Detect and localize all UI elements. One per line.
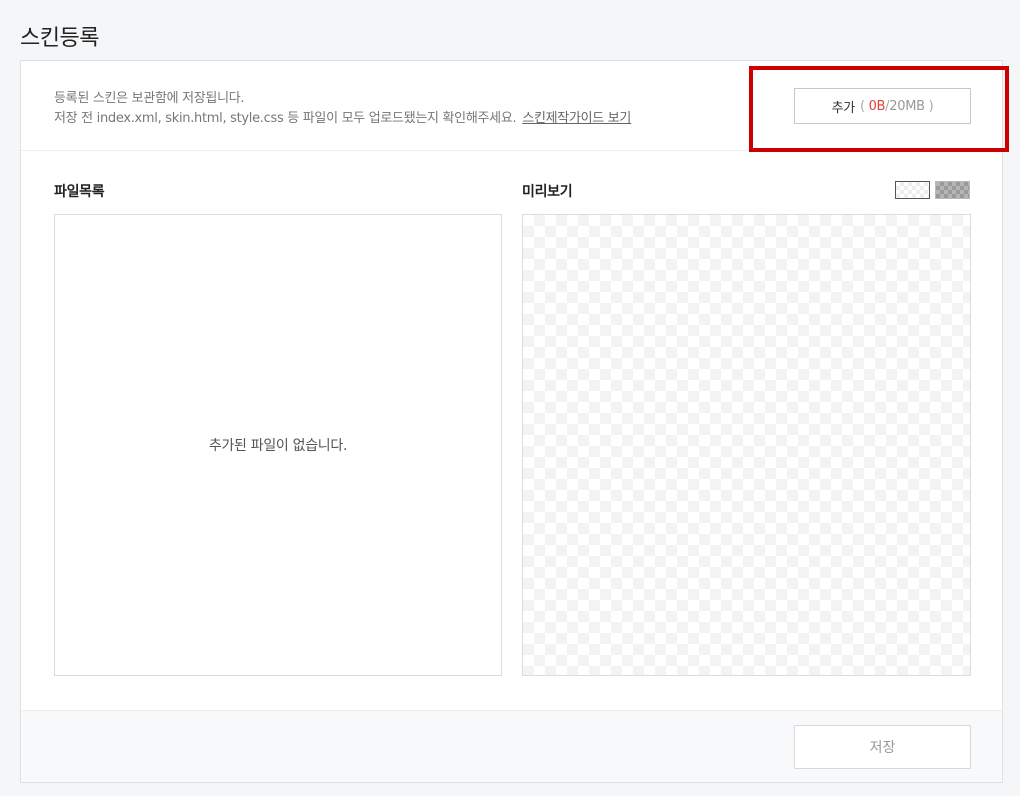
info-text-storage: 등록된 스킨은 보관함에 저장됩니다. bbox=[54, 91, 245, 106]
info-section: 등록된 스킨은 보관함에 저장됩니다. 저장 전 index.xml, skin… bbox=[21, 61, 1009, 152]
preview-bg-light-toggle[interactable] bbox=[895, 181, 930, 199]
paren-open: ( bbox=[859, 98, 865, 114]
empty-file-message: 추가된 파일이 없습니다. bbox=[208, 438, 348, 454]
save-button[interactable]: 저장 bbox=[794, 725, 971, 769]
file-list: 추가된 파일이 없습니다. bbox=[54, 214, 502, 676]
skin-register-panel: 등록된 스킨은 보관함에 저장됩니다. 저장 전 index.xml, skin… bbox=[20, 60, 1009, 783]
preview-area bbox=[522, 214, 971, 676]
add-file-button[interactable]: 추가 ( 0B/20MB ) bbox=[794, 88, 971, 124]
total-capacity: 20MB bbox=[889, 98, 925, 114]
paren-close: ) bbox=[928, 98, 934, 114]
info-text-check-body: 저장 전 index.xml, skin.html, style.css 등 파… bbox=[54, 111, 517, 126]
preview-label: 미리보기 bbox=[522, 184, 573, 200]
add-button-label: 추가 bbox=[831, 100, 856, 116]
footer-bar: 저장 bbox=[21, 710, 1002, 782]
skin-guide-link[interactable]: 스킨제작가이드 보기 bbox=[522, 111, 631, 126]
preview-bg-dark-toggle[interactable] bbox=[935, 181, 970, 199]
page-title: 스킨등록 bbox=[20, 26, 99, 51]
file-list-label: 파일목록 bbox=[54, 184, 105, 200]
used-capacity: 0B bbox=[868, 98, 886, 114]
capacity-indicator: ( 0B/20MB ) bbox=[859, 98, 934, 114]
info-text-check: 저장 전 index.xml, skin.html, style.css 등 파… bbox=[54, 107, 631, 126]
